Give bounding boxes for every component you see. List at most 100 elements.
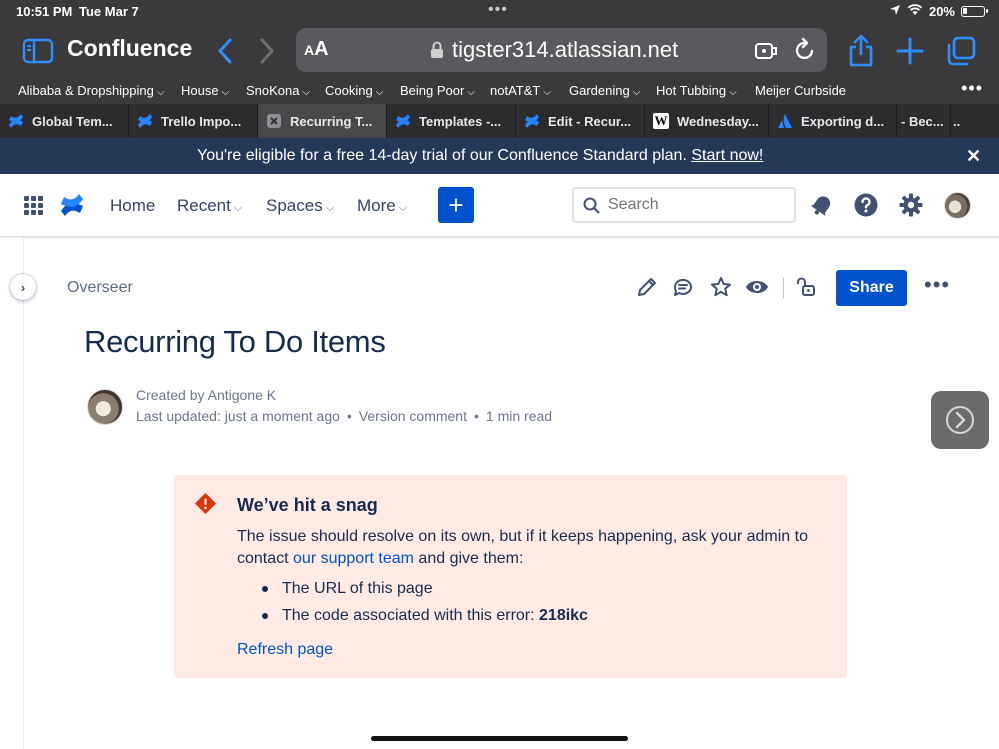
tab-label: Edit - Recur... xyxy=(548,113,632,129)
version-comment[interactable]: Version comment xyxy=(359,408,467,424)
favorite-folder[interactable]: Being Poor ⌵ xyxy=(400,83,475,98)
back-icon[interactable] xyxy=(216,38,234,64)
page-title: Recurring To Do Items xyxy=(84,324,386,359)
favorite-folder[interactable]: Alibaba & Dropshipping ⌵ xyxy=(18,83,164,98)
expand-sidebar-chevron-right-icon[interactable]: › xyxy=(10,274,36,300)
tab-label: .. xyxy=(953,113,961,129)
chevron-down-icon: ⌵ xyxy=(233,202,243,214)
favorite-folder[interactable]: notAT&T ⌵ xyxy=(490,83,551,98)
favorite-link[interactable]: Meijer Curbside xyxy=(755,83,846,98)
chevron-down-icon: ⌵ xyxy=(156,87,165,98)
banner-text: You're eligible for a free 14-day trial … xyxy=(197,147,763,165)
wikipedia-icon: W xyxy=(653,113,669,129)
favorite-label: notAT&T xyxy=(490,83,541,98)
browser-tab[interactable]: Trello Impo... xyxy=(129,104,258,138)
help-icon[interactable] xyxy=(853,192,879,223)
last-updated[interactable]: Last updated: just a moment ago xyxy=(136,408,340,424)
browser-tab[interactable]: - Bec... xyxy=(897,104,951,138)
favorite-folder[interactable]: House ⌵ xyxy=(181,83,229,98)
create-button[interactable]: + xyxy=(438,187,474,223)
tab-group-title[interactable]: Confluence xyxy=(67,35,192,62)
favorite-folder[interactable]: Gardening ⌵ xyxy=(569,83,640,98)
browser-tab[interactable]: .. xyxy=(951,104,999,138)
favorite-label: Cooking xyxy=(325,83,373,98)
comment-icon[interactable] xyxy=(672,276,694,303)
reader-options-button[interactable]: AA xyxy=(304,38,329,61)
confluence-top-nav: Home Recent ⌵ Spaces ⌵ More ⌵ + xyxy=(0,174,999,237)
nav-spaces[interactable]: Spaces ⌵ xyxy=(266,196,334,216)
confluence-icon xyxy=(395,113,411,129)
battery-icon xyxy=(961,6,988,17)
browser-tab[interactable]: Edit - Recur... xyxy=(516,104,645,138)
favorite-label: Being Poor xyxy=(400,83,465,98)
confluence-icon xyxy=(8,113,24,129)
confluence-icon xyxy=(524,113,540,129)
more-actions-icon[interactable]: ••• xyxy=(924,274,950,296)
list-item: The code associated with this error: 218… xyxy=(262,607,588,634)
watch-eye-icon[interactable] xyxy=(745,276,769,303)
notifications-icon[interactable] xyxy=(809,192,835,223)
restrictions-unlock-icon[interactable] xyxy=(796,276,818,303)
sidebar-toggle-icon[interactable] xyxy=(22,38,54,64)
close-icon[interactable]: ✕ xyxy=(966,146,981,167)
author-avatar[interactable] xyxy=(87,389,123,425)
browser-tab[interactable]: Global Tem... xyxy=(0,104,129,138)
search-input[interactable] xyxy=(608,194,788,216)
start-now-link[interactable]: Start now! xyxy=(691,147,763,164)
error-message: The issue should resolve on its own, but… xyxy=(237,526,837,570)
favorite-label: Alibaba & Dropshipping xyxy=(18,83,154,98)
favorite-folder[interactable]: SnoKona ⌵ xyxy=(246,83,310,98)
error-title: We’ve hit a snag xyxy=(237,495,378,515)
favorites-bar: Alibaba & Dropshipping ⌵ House ⌵ SnoKona ⌵ … xyxy=(0,78,999,104)
close-tab-icon[interactable] xyxy=(266,113,282,129)
favorite-folder[interactable]: Hot Tubbing ⌵ xyxy=(656,83,737,98)
tab-bar: Global Tem... Trello Impo... Recurring T… xyxy=(0,104,999,138)
search-icon xyxy=(583,197,600,219)
browser-toolbar: Confluence AA tigster314.atlassian.net xyxy=(0,24,999,78)
address-bar[interactable]: AA tigster314.atlassian.net xyxy=(296,28,827,72)
nav-recent[interactable]: Recent ⌵ xyxy=(177,196,242,216)
collapsed-sidebar xyxy=(0,238,24,749)
chevron-down-icon: ⌵ xyxy=(375,87,384,98)
breadcrumb[interactable]: Overseer xyxy=(67,279,133,297)
star-icon[interactable] xyxy=(710,276,732,303)
created-by: Created by Antigone K xyxy=(136,387,277,403)
extension-icon[interactable] xyxy=(754,40,780,67)
share-button[interactable]: Share xyxy=(836,270,907,306)
search-box[interactable] xyxy=(572,187,796,223)
share-sheet-icon[interactable] xyxy=(847,34,875,68)
confluence-logo-icon[interactable] xyxy=(60,193,84,222)
refresh-page-link[interactable]: Refresh page xyxy=(237,641,333,659)
app-switcher-icon[interactable] xyxy=(24,196,43,215)
browser-tab[interactable]: Exporting d... xyxy=(769,104,897,138)
reload-icon[interactable] xyxy=(794,37,816,67)
browser-tab[interactable]: W Wednesday... xyxy=(645,104,769,138)
favorite-label: SnoKona xyxy=(246,83,300,98)
settings-gear-icon[interactable] xyxy=(898,192,924,223)
nav-more[interactable]: More ⌵ xyxy=(357,196,407,216)
more-favorites-icon[interactable]: ••• xyxy=(961,78,983,99)
browser-tab[interactable]: Templates -... xyxy=(387,104,516,138)
home-indicator[interactable] xyxy=(371,736,628,741)
separator-dot: • xyxy=(346,408,352,424)
new-tab-icon[interactable] xyxy=(896,37,924,65)
browser-tab-active[interactable]: Recurring T... xyxy=(258,104,387,138)
tab-overview-icon[interactable] xyxy=(945,36,977,66)
error-code-label: The code associated with this error: xyxy=(282,607,540,624)
forward-icon[interactable] xyxy=(258,38,276,64)
nav-home[interactable]: Home xyxy=(110,196,155,216)
tab-label: Exporting d... xyxy=(801,113,885,129)
trial-banner: You're eligible for a free 14-day trial … xyxy=(0,138,999,174)
support-team-link[interactable]: our support team xyxy=(293,550,414,567)
favorite-label: Hot Tubbing xyxy=(656,83,727,98)
next-page-chevron-right-icon[interactable] xyxy=(931,391,989,449)
multitask-dots-icon[interactable]: ••• xyxy=(488,1,508,19)
chevron-down-icon: ⌵ xyxy=(632,87,641,98)
battery-percent: 20% xyxy=(928,4,955,19)
favorite-folder[interactable]: Cooking ⌵ xyxy=(325,83,383,98)
profile-avatar[interactable] xyxy=(944,192,971,219)
url-text[interactable]: tigster314.atlassian.net xyxy=(452,37,678,63)
edit-pencil-icon[interactable] xyxy=(636,276,658,303)
location-icon xyxy=(889,4,901,19)
page-metadata: Last updated: just a moment ago • Version … xyxy=(136,408,552,424)
